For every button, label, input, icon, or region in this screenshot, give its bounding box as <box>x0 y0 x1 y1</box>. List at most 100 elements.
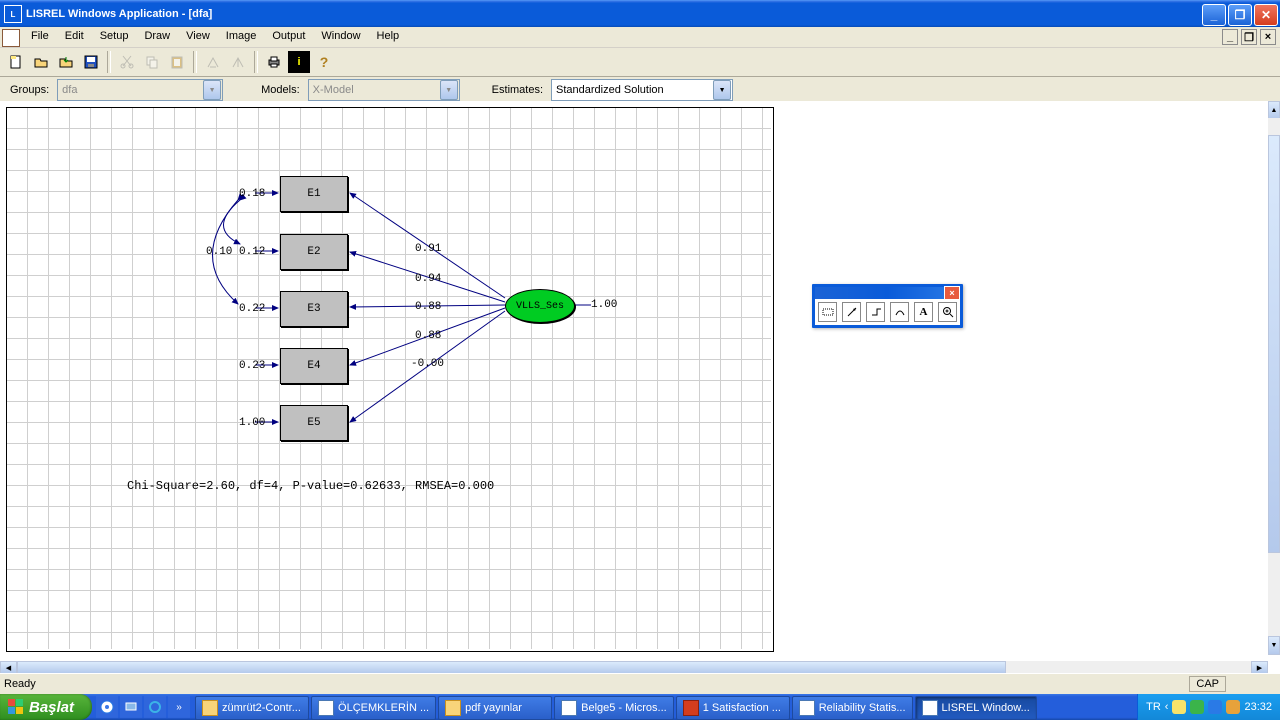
menu-setup[interactable]: Setup <box>92 27 137 47</box>
maximize-button[interactable]: ❐ <box>1228 4 1252 26</box>
palette-close-button[interactable]: × <box>944 286 960 300</box>
quick-launch-more[interactable]: » <box>168 696 190 718</box>
save-button[interactable] <box>79 50 103 74</box>
paste-button[interactable] <box>165 50 189 74</box>
browser-icon[interactable] <box>96 696 118 718</box>
taskbar-task[interactable]: Belge5 - Micros... <box>554 696 674 720</box>
new-button[interactable] <box>4 50 28 74</box>
task-icon <box>561 700 577 716</box>
curve-tool[interactable] <box>890 302 909 322</box>
status-text: Ready <box>4 678 36 690</box>
task-label: Reliability Statis... <box>819 702 906 714</box>
path-lines <box>7 108 771 649</box>
status-bar: Ready CAP <box>0 673 1280 694</box>
path-tool[interactable] <box>866 302 885 322</box>
task-label: Belge5 - Micros... <box>581 702 667 714</box>
mdi-restore-button[interactable]: ❐ <box>1241 29 1257 45</box>
error-value: 0.12 <box>239 246 265 258</box>
models-label: Models: <box>261 84 300 96</box>
cut-button[interactable] <box>115 50 139 74</box>
scroll-thumb[interactable] <box>1268 135 1280 553</box>
info-button[interactable]: i <box>287 50 311 74</box>
loading-value: 0.94 <box>415 273 441 285</box>
task-icon <box>799 700 815 716</box>
arrow-tool[interactable] <box>842 302 861 322</box>
groups-value: dfa <box>58 84 203 96</box>
minimize-button[interactable]: _ <box>1202 4 1226 26</box>
drawing-palette[interactable]: × A <box>812 284 963 328</box>
error-value: 0.22 <box>239 303 265 315</box>
windows-logo-icon <box>8 699 24 715</box>
mdi-close-button[interactable]: × <box>1260 29 1276 45</box>
print-button[interactable] <box>262 50 286 74</box>
task-icon <box>202 700 218 716</box>
start-button[interactable]: Başlat <box>0 694 92 720</box>
language-indicator[interactable]: TR <box>1146 701 1161 713</box>
error-value: 0.10 <box>206 246 232 258</box>
loading-value: 0.88 <box>415 301 441 313</box>
groups-combo[interactable]: dfa ▼ <box>57 79 223 101</box>
taskbar-task[interactable]: ÖLÇEMKLERİN ... <box>311 696 436 720</box>
palette-titlebar[interactable]: × <box>815 287 960 299</box>
desktop-icon[interactable] <box>120 696 142 718</box>
clock[interactable]: 23:32 <box>1244 701 1272 713</box>
diagram-canvas[interactable]: E1 E2 E3 E4 E5 VLLS_Ses 0.18 0.10 0.12 0… <box>6 107 774 652</box>
taskbar-task[interactable]: pdf yayınlar <box>438 696 552 720</box>
tray-icon[interactable] <box>1172 700 1186 714</box>
options-bar: Groups: dfa ▼ Models: X-Model ▼ Estimate… <box>0 77 1280 104</box>
latent-ellipse[interactable]: VLLS_Ses <box>505 289 575 323</box>
task-label: LISREL Window... <box>942 702 1030 714</box>
error-value: 0.23 <box>239 360 265 372</box>
menu-file[interactable]: File <box>23 27 57 47</box>
menu-draw[interactable]: Draw <box>136 27 178 47</box>
taskbar-task[interactable]: LISREL Window... <box>915 696 1037 720</box>
menu-output[interactable]: Output <box>264 27 313 47</box>
models-value: X-Model <box>309 84 440 96</box>
error-value: 0.18 <box>239 188 265 200</box>
observed-box[interactable]: E2 <box>280 234 348 270</box>
vertical-scrollbar[interactable]: ▲ ▼ <box>1268 101 1280 655</box>
copy-button[interactable] <box>140 50 164 74</box>
loading-value: -0.00 <box>411 358 444 370</box>
menu-bar: File Edit Setup Draw View Image Output W… <box>0 27 1280 48</box>
mdi-doc-icon[interactable] <box>2 29 20 47</box>
tray-icon[interactable] <box>1208 700 1222 714</box>
run-prelis-button[interactable] <box>226 50 250 74</box>
work-area: E1 E2 E3 E4 E5 VLLS_Ses 0.18 0.10 0.12 0… <box>0 101 1280 681</box>
observed-box[interactable]: E5 <box>280 405 348 441</box>
tray-icon[interactable] <box>1226 700 1240 714</box>
run-lisrel-button[interactable] <box>201 50 225 74</box>
zoom-tool[interactable] <box>938 302 957 322</box>
menu-image[interactable]: Image <box>218 27 265 47</box>
task-label: 1 Satisfaction ... <box>703 702 781 714</box>
help-button[interactable]: ? <box>312 50 336 74</box>
tray-icon[interactable] <box>1190 700 1204 714</box>
menu-view[interactable]: View <box>178 27 218 47</box>
import-button[interactable] <box>54 50 78 74</box>
observed-box[interactable]: E3 <box>280 291 348 327</box>
estimates-combo[interactable]: Standardized Solution ▼ <box>551 79 733 101</box>
models-combo[interactable]: X-Model ▼ <box>308 79 460 101</box>
menu-window[interactable]: Window <box>313 27 368 47</box>
ie-icon[interactable] <box>144 696 166 718</box>
taskbar-task[interactable]: Reliability Statis... <box>792 696 913 720</box>
task-icon <box>318 700 334 716</box>
taskbar-task[interactable]: zümrüt2-Contr... <box>195 696 309 720</box>
mdi-minimize-button[interactable]: _ <box>1222 29 1238 45</box>
observed-box[interactable]: E1 <box>280 176 348 212</box>
taskbar-task[interactable]: 1 Satisfaction ... <box>676 696 790 720</box>
open-button[interactable] <box>29 50 53 74</box>
text-tool[interactable]: A <box>914 302 933 322</box>
task-label: ÖLÇEMKLERİN ... <box>338 702 429 714</box>
menu-edit[interactable]: Edit <box>57 27 92 47</box>
taskbar: Başlat » zümrüt2-Contr... ÖLÇEMKLERİN ...… <box>0 694 1280 720</box>
task-icon <box>683 700 699 716</box>
select-tool[interactable] <box>818 302 837 322</box>
menu-help[interactable]: Help <box>369 27 408 47</box>
error-value: 1.00 <box>239 417 265 429</box>
scroll-down-button[interactable]: ▼ <box>1268 636 1280 655</box>
observed-box[interactable]: E4 <box>280 348 348 384</box>
system-tray[interactable]: TR ‹ 23:32 <box>1137 694 1280 720</box>
close-button[interactable]: ✕ <box>1254 4 1278 26</box>
chevron-down-icon: ▼ <box>440 80 458 100</box>
